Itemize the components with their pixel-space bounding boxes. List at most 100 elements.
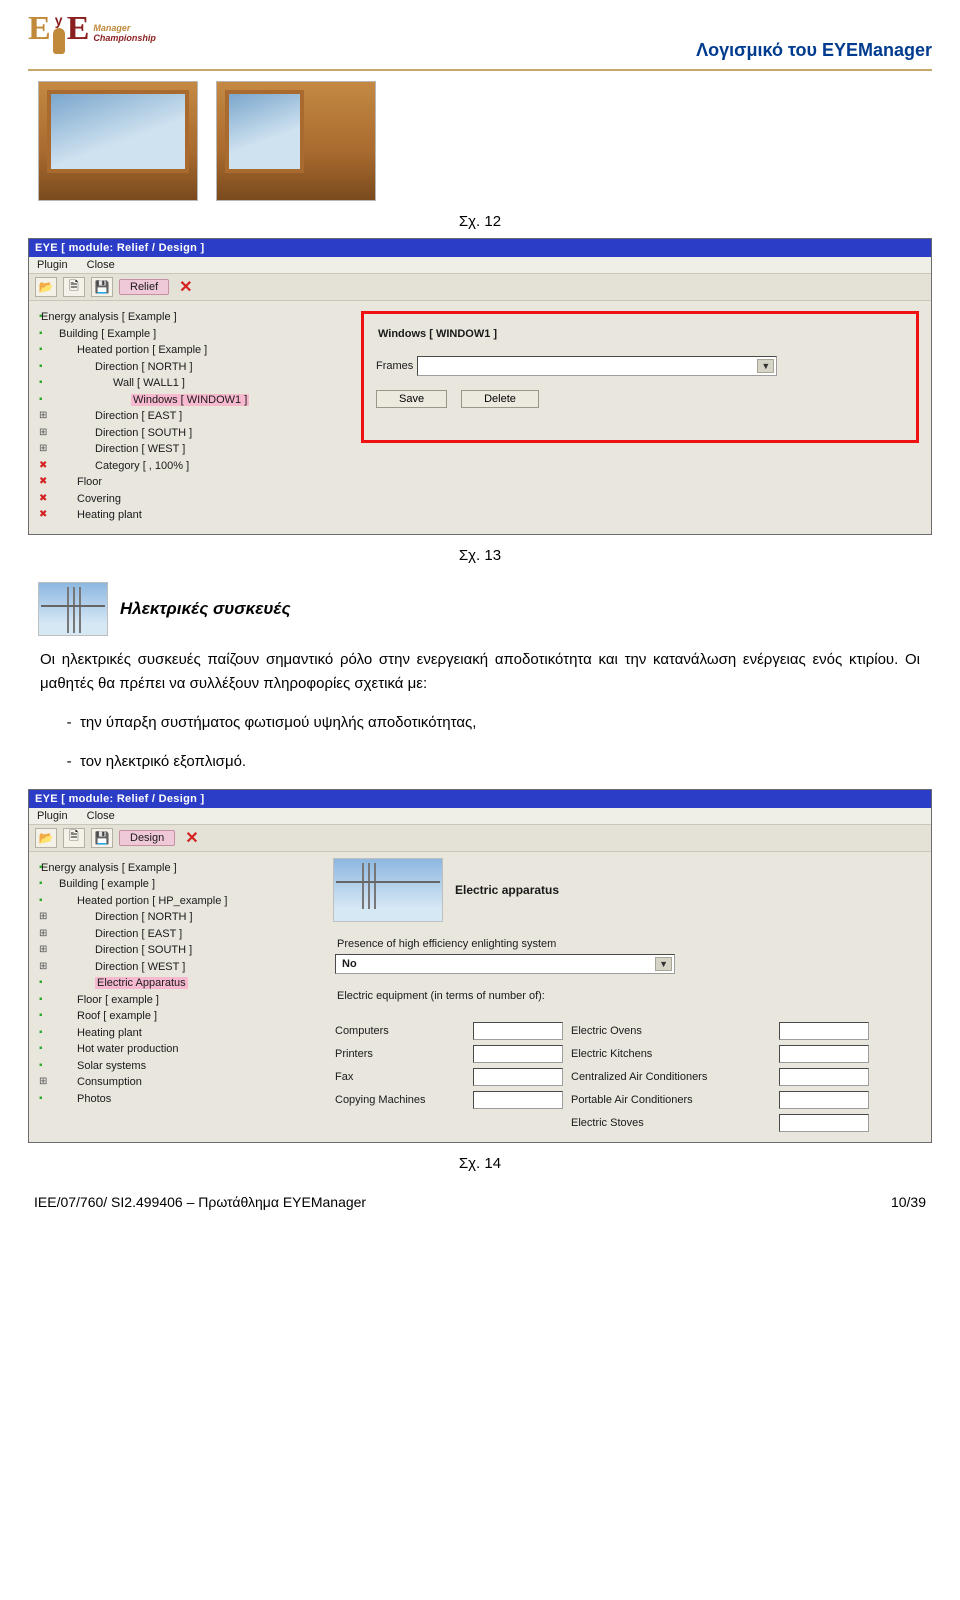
form-heading: Windows [ WINDOW1 ]	[378, 328, 904, 340]
form-pane: Windows [ WINDOW1 ] Frames Save Delete	[349, 301, 931, 534]
tree-node[interactable]: Direction [ EAST ]	[37, 926, 325, 943]
toolbar: Design ✕	[29, 824, 931, 852]
equip-input-ovens[interactable]	[779, 1022, 869, 1040]
equip-label: Copying Machines	[335, 1094, 465, 1106]
equip-input-portable-ac[interactable]	[779, 1091, 869, 1109]
figure-14-caption: Σχ. 14	[28, 1155, 932, 1172]
save-icon[interactable]	[91, 828, 113, 848]
tree-node-selected[interactable]: Electric Apparatus	[37, 975, 325, 992]
frames-dropdown[interactable]	[417, 356, 777, 376]
tree-node[interactable]: Solar systems	[37, 1058, 325, 1075]
photo-window-cutaway	[216, 81, 376, 201]
tree-node[interactable]: Covering	[37, 491, 345, 508]
menu-plugin[interactable]: Plugin	[37, 810, 68, 822]
equip-input-printers[interactable]	[473, 1045, 563, 1063]
tree-node[interactable]: Roof [ example ]	[37, 1008, 325, 1025]
panel-heading: Electric apparatus	[455, 883, 559, 897]
tree-node[interactable]: Direction [ SOUTH ]	[37, 942, 325, 959]
equip-label: Computers	[335, 1025, 465, 1037]
menubar: Plugin Close	[29, 257, 931, 273]
equip-label: Portable Air Conditioners	[571, 1094, 771, 1106]
intro-paragraph: Οι ηλεκτρικές συσκευές παίζουν σημαντικό…	[40, 648, 920, 698]
save-button[interactable]: Save	[376, 390, 447, 408]
equipment-caption: Electric equipment (in terms of number o…	[337, 990, 925, 1002]
tree-node[interactable]: Building [ Example ]	[37, 326, 345, 343]
close-icon[interactable]: ✕	[181, 828, 202, 848]
footer-left: IEE/07/760/ SI2.499406 – Πρωτάθλημα EYEM…	[34, 1194, 366, 1210]
open-icon[interactable]	[35, 828, 57, 848]
presence-value: No	[342, 958, 357, 970]
save-icon[interactable]	[91, 277, 113, 297]
equip-label: Electric Stoves	[571, 1117, 771, 1129]
form-pane: Electric apparatus Presence of high effi…	[329, 852, 931, 1142]
tree-pane[interactable]: Energy analysis [ Example ] Building [ e…	[29, 852, 329, 1142]
open-icon[interactable]	[35, 277, 57, 297]
titlebar: EYE [ module: Relief / Design ]	[29, 790, 931, 808]
equip-label: Fax	[335, 1071, 465, 1083]
pylon-thumbnail	[38, 582, 108, 636]
tree-node[interactable]: Direction [ WEST ]	[37, 441, 345, 458]
equipment-grid: Computers Electric Ovens Printers Electr…	[329, 1018, 931, 1142]
photo-window-closed	[38, 81, 198, 201]
tree-pane[interactable]: Energy analysis [ Example ] Building [ E…	[29, 301, 349, 534]
tree-node[interactable]: Direction [ SOUTH ]	[37, 425, 345, 442]
close-icon[interactable]: ✕	[175, 277, 196, 297]
new-icon[interactable]	[63, 828, 85, 848]
pylon-thumbnail	[333, 858, 443, 922]
tree-node[interactable]: Consumption	[37, 1074, 325, 1091]
menu-close[interactable]: Close	[87, 259, 115, 271]
app-design-window: EYE [ module: Relief / Design ] Plugin C…	[28, 789, 932, 1143]
equip-input-fax[interactable]	[473, 1068, 563, 1086]
figure-13-caption: Σχ. 13	[28, 547, 932, 564]
section-heading-row: Ηλεκτρικές συσκευές	[28, 582, 932, 636]
tree-node[interactable]: Heated portion [ Example ]	[37, 342, 345, 359]
new-icon[interactable]	[63, 277, 85, 297]
equip-input-copiers[interactable]	[473, 1091, 563, 1109]
tree-node[interactable]: Energy analysis [ Example ]	[37, 309, 345, 326]
tree-node[interactable]: Direction [ NORTH ]	[37, 909, 325, 926]
presence-dropdown[interactable]: No	[335, 954, 675, 974]
accent-rule	[28, 69, 932, 71]
equip-input-computers[interactable]	[473, 1022, 563, 1040]
tree-node[interactable]: Floor	[37, 474, 345, 491]
page-title: Λογισμικό του EYEManager	[696, 40, 932, 61]
footer-right: 10/39	[891, 1194, 926, 1210]
logo-sub-championship: Championship	[93, 34, 156, 44]
tree-node[interactable]: Floor [ example ]	[37, 992, 325, 1009]
tree-node[interactable]: Direction [ WEST ]	[37, 959, 325, 976]
tree-node[interactable]: Energy analysis [ Example ]	[37, 860, 325, 877]
tree-node[interactable]: Building [ example ]	[37, 876, 325, 893]
titlebar: EYE [ module: Relief / Design ]	[29, 239, 931, 257]
tree-node[interactable]: Heated portion [ HP_example ]	[37, 893, 325, 910]
equip-input-stoves[interactable]	[779, 1114, 869, 1132]
menubar: Plugin Close	[29, 808, 931, 824]
body-text: Οι ηλεκτρικές συσκευές παίζουν σημαντικό…	[28, 648, 932, 775]
tree-node[interactable]: Wall [ WALL1 ]	[37, 375, 345, 392]
window-photos	[28, 81, 932, 201]
tab-design[interactable]: Design	[119, 830, 175, 846]
tree-node[interactable]: Heating plant	[37, 507, 345, 524]
tree-node[interactable]: Hot water production	[37, 1041, 325, 1058]
tree-node[interactable]: Direction [ NORTH ]	[37, 359, 345, 376]
presence-caption: Presence of high efficiency enlighting s…	[337, 938, 925, 950]
tree-node[interactable]: Direction [ EAST ]	[37, 408, 345, 425]
tab-relief[interactable]: Relief	[119, 279, 169, 295]
equip-label: Electric Ovens	[571, 1025, 771, 1037]
tree-node[interactable]: Category [ , 100% ]	[37, 458, 345, 475]
equip-label: Centralized Air Conditioners	[571, 1071, 771, 1083]
equip-label: Printers	[335, 1048, 465, 1060]
delete-button[interactable]: Delete	[461, 390, 539, 408]
equip-label: Electric Kitchens	[571, 1048, 771, 1060]
equip-input-central-ac[interactable]	[779, 1068, 869, 1086]
highlight-box: Windows [ WINDOW1 ] Frames Save Delete	[361, 311, 919, 443]
tree-node[interactable]: Photos	[37, 1091, 325, 1108]
bullet-item: την ύπαρξη συστήματος φωτισμού υψηλής απ…	[80, 711, 920, 736]
menu-close[interactable]: Close	[87, 810, 115, 822]
tree-node-selected[interactable]: Windows [ WINDOW1 ]	[37, 392, 345, 409]
toolbar: Relief ✕	[29, 273, 931, 301]
app-relief-window: EYE [ module: Relief / Design ] Plugin C…	[28, 238, 932, 535]
section-title: Ηλεκτρικές συσκευές	[120, 599, 291, 619]
equip-input-kitchens[interactable]	[779, 1045, 869, 1063]
tree-node[interactable]: Heating plant	[37, 1025, 325, 1042]
menu-plugin[interactable]: Plugin	[37, 259, 68, 271]
